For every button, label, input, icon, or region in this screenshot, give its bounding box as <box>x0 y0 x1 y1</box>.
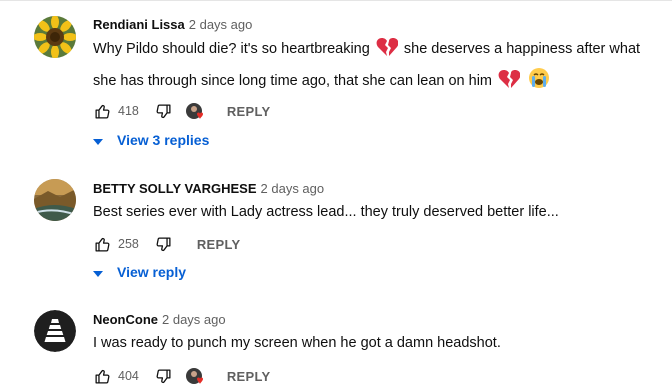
comment-text: Why Pildo should die? it's so heartbreak… <box>93 36 668 99</box>
like-button[interactable] <box>93 235 111 253</box>
broken-heart-emoji <box>376 37 399 67</box>
sunflower-avatar-icon <box>34 16 76 58</box>
thumbs-down-icon <box>156 236 171 251</box>
view-replies-button[interactable]: View 3 replies <box>93 132 209 148</box>
caret-down-icon <box>93 132 103 148</box>
comment-author[interactable]: BETTY SOLLY VARGHESE 2 days ago <box>93 181 324 196</box>
thumbs-up-icon <box>94 369 109 384</box>
creator-heart-icon <box>185 367 203 385</box>
dislike-button[interactable] <box>155 235 173 253</box>
comment-timestamp[interactable]: 2 days ago <box>189 17 253 32</box>
comment-author[interactable]: Rendiani Lissa 2 days ago <box>93 17 252 32</box>
comment-text-segment: she has through since long time ago, tha… <box>93 73 493 89</box>
view-replies-button[interactable]: View reply <box>93 264 186 280</box>
dislike-button[interactable] <box>155 367 173 385</box>
like-count: 258 <box>118 237 139 251</box>
like-button[interactable] <box>93 367 111 385</box>
landscape-avatar-icon <box>34 179 76 221</box>
comment-actions: 418 REPLY <box>93 99 271 123</box>
view-replies-label[interactable]: View reply <box>117 264 186 280</box>
author-name[interactable]: BETTY SOLLY VARGHESE <box>93 181 257 196</box>
comment-timestamp[interactable]: 2 days ago <box>162 312 226 327</box>
avatar[interactable] <box>34 179 76 221</box>
comment-text-segment: Best series ever with Lady actress lead.… <box>93 204 559 220</box>
caret-down-icon <box>93 264 103 280</box>
like-count: 404 <box>118 369 139 383</box>
avatar[interactable] <box>34 16 76 58</box>
author-name[interactable]: NeonCone <box>93 312 158 327</box>
like-count: 418 <box>118 104 139 118</box>
comment-actions: 258 REPLY <box>93 232 241 256</box>
dislike-button[interactable] <box>155 102 173 120</box>
view-replies-label[interactable]: View 3 replies <box>117 132 209 148</box>
comment-author[interactable]: NeonCone 2 days ago <box>93 312 226 327</box>
reply-button[interactable]: REPLY <box>197 237 241 252</box>
comment-text-segment: Why Pildo should die? it's so heartbreak… <box>93 41 370 57</box>
comment-text: Best series ever with Lady actress lead.… <box>93 199 668 226</box>
thumbs-down-icon <box>156 368 171 383</box>
thumbs-down-icon <box>156 103 171 118</box>
author-name[interactable]: Rendiani Lissa <box>93 17 185 32</box>
thumbs-up-icon <box>94 237 109 252</box>
divider <box>0 0 672 1</box>
thumbs-up-icon <box>94 104 109 119</box>
crying-face-emoji <box>528 67 550 99</box>
comment-timestamp[interactable]: 2 days ago <box>261 181 325 196</box>
avatar[interactable] <box>34 310 76 352</box>
comment-text-segment: she deserves a happiness after what <box>403 41 641 57</box>
creator-heart-icon <box>185 102 203 120</box>
comment-actions: 404 REPLY <box>93 364 271 388</box>
comment-text: I was ready to punch my screen when he g… <box>93 330 668 357</box>
comment-text-segment: I was ready to punch my screen when he g… <box>93 335 501 351</box>
like-button[interactable] <box>93 102 111 120</box>
reply-button[interactable]: REPLY <box>227 104 271 119</box>
reply-button[interactable]: REPLY <box>227 369 271 384</box>
broken-heart-emoji <box>498 69 521 99</box>
cone-logo-avatar-icon <box>34 310 76 352</box>
